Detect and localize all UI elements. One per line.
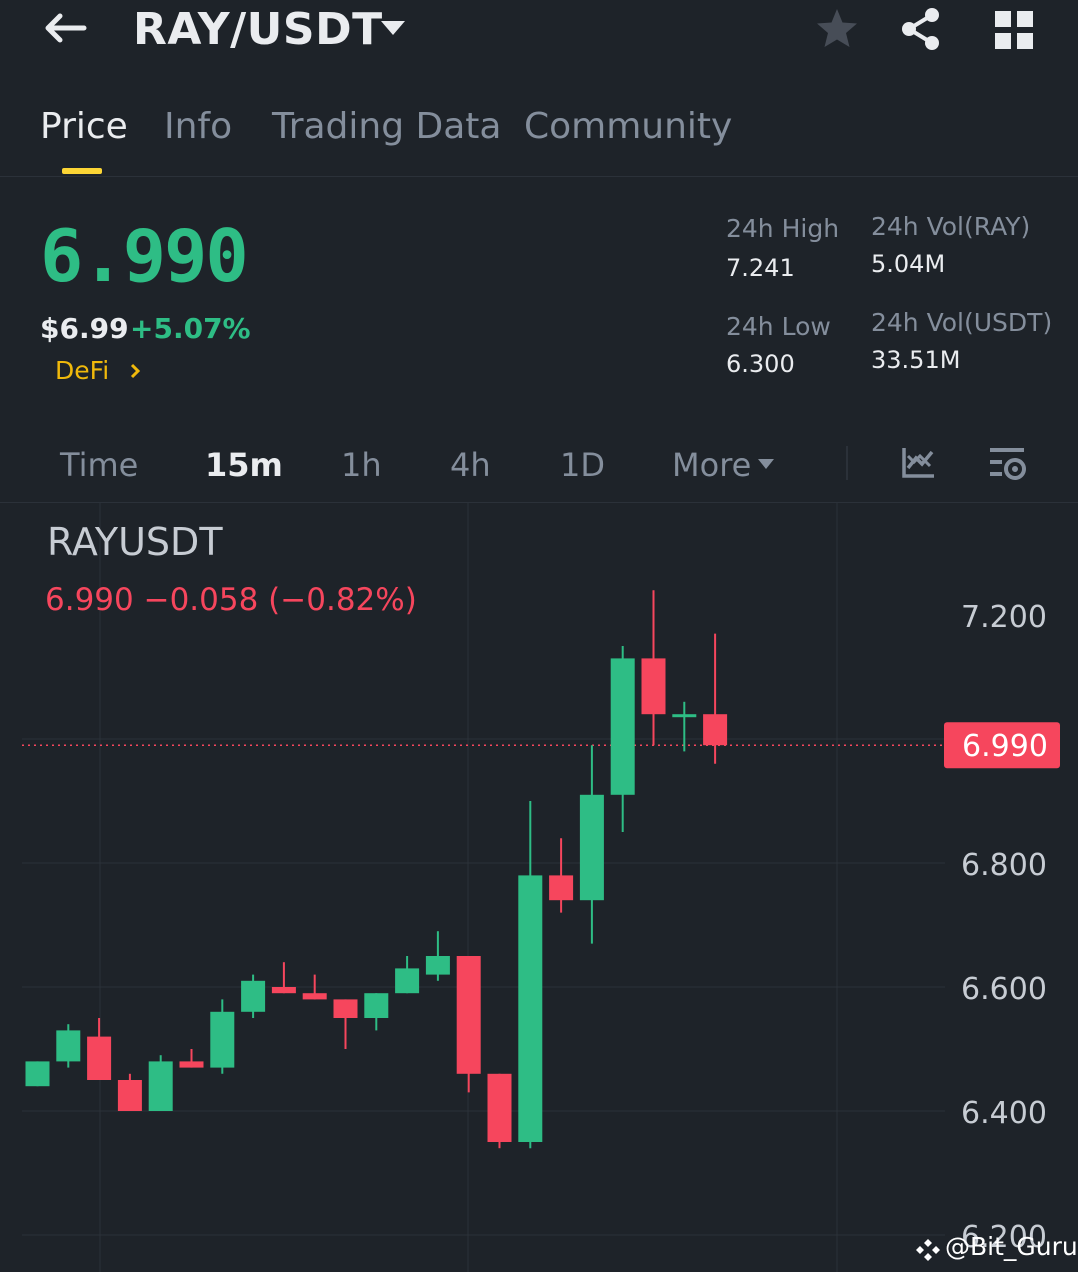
high-label: 24h High [726, 214, 840, 243]
caret-down-icon[interactable] [378, 18, 408, 38]
chart-settings-icon[interactable] [988, 444, 1028, 482]
interval-time[interactable]: Time [60, 446, 138, 484]
category-tag[interactable]: DeFi [55, 356, 109, 385]
candle-body [395, 968, 420, 994]
candle-body [56, 1030, 81, 1062]
interval-1h[interactable]: 1h [341, 446, 382, 484]
interval-15m[interactable]: 15m [205, 446, 283, 484]
back-arrow-icon[interactable] [40, 8, 90, 48]
chart-price-summary: 6.990 −0.058 (−0.82%) [45, 582, 417, 618]
y-tick-label: 6.800 [961, 848, 1047, 883]
candle-body [641, 658, 666, 715]
candle-body [425, 956, 450, 975]
indicator-icon[interactable] [900, 446, 936, 480]
watermark: @Bit_Guru [945, 1232, 1078, 1261]
candle-body [271, 987, 296, 994]
last-price: 6.990 [40, 214, 249, 298]
tab-community[interactable]: Community [524, 106, 732, 147]
low-label: 24h Low [726, 312, 831, 341]
vol-base-value: 5.04M [871, 250, 946, 278]
candle-body [487, 1073, 512, 1142]
chart-symbol: RAYUSDT [47, 520, 223, 564]
tab-info[interactable]: Info [164, 106, 232, 147]
candle-body [148, 1061, 173, 1111]
low-value: 6.300 [726, 350, 795, 378]
binance-logo-icon [916, 1239, 940, 1261]
candle-body [302, 993, 327, 1000]
candle-body [518, 875, 543, 1142]
candle-body [333, 999, 358, 1018]
candle-body [364, 993, 389, 1018]
candle-body [456, 956, 481, 1074]
section-tabs: Price Info Trading Data Community [0, 100, 1078, 177]
star-icon[interactable] [814, 6, 860, 52]
tab-price[interactable]: Price [40, 106, 128, 147]
candle-body [117, 1080, 142, 1111]
vol-base-label: 24h Vol(RAY) [871, 212, 1031, 241]
share-icon[interactable] [898, 6, 944, 52]
candle-body [87, 1036, 112, 1080]
usd-price: $6.99 [40, 312, 129, 345]
interval-4h[interactable]: 4h [450, 446, 491, 484]
candle-body [25, 1061, 50, 1087]
candle-body [549, 875, 574, 901]
interval-bar: Time 15m 1h 4h 1D More [0, 432, 1078, 503]
divider [846, 446, 848, 480]
high-value: 7.241 [726, 254, 795, 282]
top-bar: RAY/USDT [0, 0, 1078, 70]
change-percent: +5.07% [130, 312, 251, 345]
candle-body [610, 658, 635, 795]
candle-body [672, 714, 697, 718]
candlestick-chart[interactable]: 7.2006.8006.6006.4006.2006.990 [0, 503, 1078, 1272]
interval-1d[interactable]: 1D [560, 446, 605, 484]
candle-body [703, 714, 728, 746]
tab-trading-data[interactable]: Trading Data [272, 106, 501, 147]
candle-body [210, 1011, 235, 1068]
active-tab-indicator [62, 168, 102, 174]
chevron-right-icon[interactable] [128, 363, 142, 379]
candle-body [579, 794, 604, 901]
grid-icon[interactable] [992, 8, 1036, 52]
vol-quote-value: 33.51M [871, 346, 961, 374]
interval-more[interactable]: More [672, 446, 751, 484]
y-tick-label: 7.200 [961, 600, 1047, 635]
vol-quote-label: 24h Vol(USDT) [871, 308, 1053, 337]
pair-title[interactable]: RAY/USDT [133, 4, 383, 55]
candle-body [241, 980, 266, 1012]
caret-down-icon[interactable] [757, 458, 775, 470]
y-tick-label: 6.600 [961, 972, 1047, 1007]
candle-body [179, 1061, 204, 1068]
current-price-label: 6.990 [962, 729, 1048, 764]
y-tick-label: 6.400 [961, 1096, 1047, 1131]
